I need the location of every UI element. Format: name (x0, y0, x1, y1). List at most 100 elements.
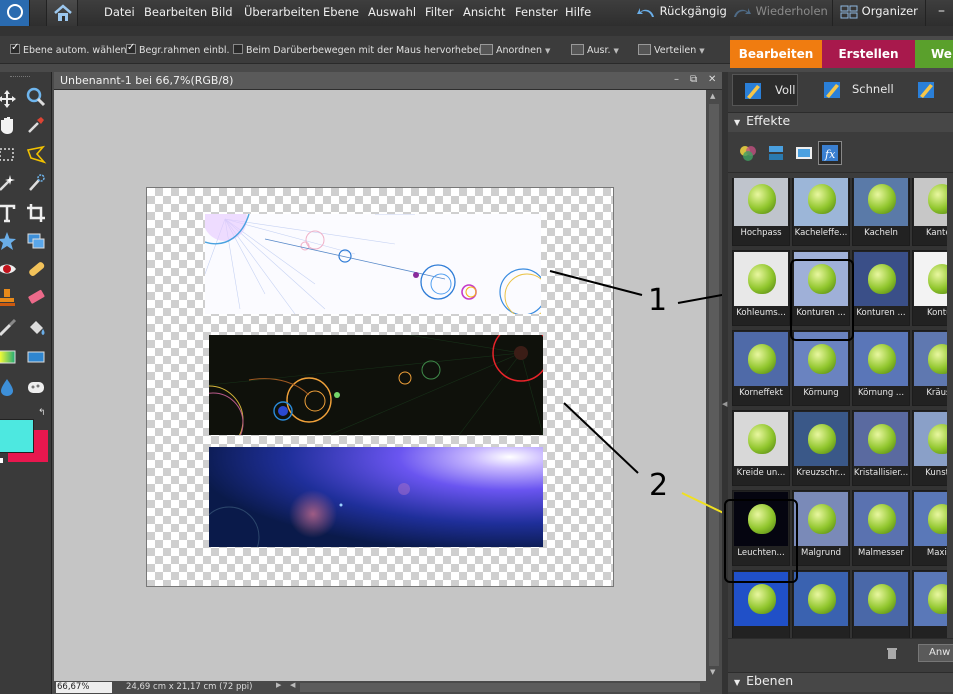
tab-bearbeiten[interactable]: Bearbeiten (730, 40, 822, 68)
effect-thumbnail[interactable]: Kohleums... (732, 250, 790, 326)
effect-thumbnail[interactable]: Kacheln (852, 178, 910, 246)
menu-hilfe[interactable]: Hilfe (565, 5, 591, 19)
close-icon[interactable]: ✕ (708, 74, 716, 85)
layers-panel-header[interactable]: ▼ Ebenen (728, 672, 953, 692)
apple-preview-icon (748, 584, 776, 614)
collapse-panel-icon[interactable]: ◀ (722, 400, 727, 408)
all-effects-button[interactable]: fx (818, 141, 842, 165)
hover-highlight-label: Beim Darüberbewegen mit der Maus hervorh… (246, 45, 485, 56)
menu-fenster[interactable]: Fenster (515, 5, 558, 19)
swap-colors-icon[interactable]: ↰ (38, 408, 46, 418)
apple-preview-icon (868, 584, 896, 614)
tab-erstellen[interactable]: Erstellen (822, 40, 915, 68)
bounding-box-checkbox[interactable]: Begr.rahmen einbl. (126, 42, 230, 56)
photo-effects-icon[interactable] (794, 143, 814, 163)
effects-panel-header[interactable]: ▼ Effekte (728, 112, 953, 132)
trash-icon[interactable] (885, 646, 899, 660)
effect-thumbnail[interactable] (912, 570, 947, 638)
effect-thumbnail[interactable]: Malgrund (792, 490, 850, 566)
paint-bucket-tool-icon[interactable] (25, 317, 47, 339)
scroll-down-icon[interactable]: ▼ (710, 668, 715, 676)
minimize-icon[interactable]: – (674, 74, 679, 85)
apple-preview-icon (748, 264, 776, 294)
effect-thumbnail[interactable]: Korneffekt (732, 330, 790, 406)
menu-filter[interactable]: Filter (425, 5, 453, 19)
menu-auswahl[interactable]: Auswahl (368, 5, 416, 19)
restore-icon[interactable]: ⧉ (690, 74, 697, 85)
effect-thumbnail[interactable]: Kontur (912, 250, 947, 326)
foreground-color-swatch[interactable] (0, 419, 34, 453)
effect-thumbnail[interactable]: Kreide un... (732, 410, 790, 486)
zoom-tool-icon[interactable] (25, 86, 47, 108)
effect-thumbnail[interactable]: Körnung (792, 330, 850, 406)
scroll-left-icon[interactable]: ◀ (290, 681, 295, 689)
zoom-field[interactable]: 66,67% (56, 682, 112, 693)
effect-thumbnail[interactable]: Maxim (912, 490, 947, 566)
move-tool-icon[interactable] (0, 88, 18, 110)
clone-stamp-tool-icon[interactable] (0, 286, 18, 308)
effect-thumbnail[interactable]: Kräuse (912, 330, 947, 406)
hand-tool-icon[interactable] (0, 114, 18, 136)
type-tool-icon[interactable] (0, 202, 18, 224)
lasso-tool-icon[interactable] (25, 144, 47, 166)
effect-thumbnail[interactable]: Konturen ... (852, 250, 910, 326)
crop-tool-icon[interactable] (25, 202, 47, 224)
eyedropper-tool-icon[interactable] (25, 114, 47, 136)
menu-bearbeiten[interactable]: Bearbeiten (144, 5, 207, 19)
mode-quick-button[interactable]: Schnell (820, 74, 900, 106)
home-button[interactable] (46, 0, 78, 26)
effect-thumbnail-label: Kunstst (925, 468, 947, 478)
effect-thumbnail[interactable] (852, 570, 910, 638)
effect-thumbnail[interactable] (792, 570, 850, 638)
quick-selection-tool-icon[interactable] (25, 172, 47, 194)
app-logo-icon[interactable] (0, 0, 30, 26)
menu-bild[interactable]: Bild (211, 5, 233, 19)
undo-button[interactable]: Rückgängig (636, 4, 727, 19)
eraser-tool-icon[interactable] (25, 286, 47, 308)
menu-ansicht[interactable]: Ansicht (463, 5, 505, 19)
pencil-quick-icon (824, 82, 840, 98)
redo-button[interactable]: Wiederholen (732, 4, 828, 19)
auto-select-checkbox[interactable]: Ebene autom. wählen (10, 42, 127, 56)
effect-thumbnail[interactable]: Malmesser (852, 490, 910, 566)
status-menu-icon[interactable]: ▶ (276, 681, 281, 689)
arrange-dropdown[interactable]: Anordnen ▼ (480, 44, 550, 56)
red-eye-tool-icon[interactable] (0, 258, 18, 280)
magic-wand-tool-icon[interactable] (0, 172, 18, 194)
effect-preview-image (854, 492, 908, 546)
highlight-box-konturen (790, 259, 854, 341)
effect-thumbnail[interactable]: Kacheleffe... (792, 178, 850, 246)
filters-icon[interactable] (738, 143, 758, 163)
scroll-up-icon[interactable]: ▲ (710, 92, 715, 100)
effect-thumbnail[interactable]: Körnung ... (852, 330, 910, 406)
effect-thumbnail[interactable]: Kunstst (912, 410, 947, 486)
apply-button[interactable]: Anw (918, 644, 953, 662)
mode-guided-button[interactable] (914, 74, 953, 106)
shape-tool-icon[interactable] (0, 230, 18, 252)
sponge-tool-icon[interactable] (25, 376, 47, 398)
minimize-icon[interactable]: – (938, 3, 945, 19)
tab-weitergeben[interactable]: Wei (915, 40, 953, 68)
effect-thumbnail[interactable]: Kanten (912, 178, 947, 246)
effect-thumbnail[interactable]: Hochpass (732, 178, 790, 246)
layer-styles-icon[interactable] (766, 143, 786, 163)
distribute-dropdown[interactable]: Verteilen ▼ (638, 44, 705, 56)
mode-full-button[interactable]: Voll (732, 74, 798, 106)
align-dropdown[interactable]: Ausr. ▼ (571, 44, 619, 56)
menu-datei[interactable]: Datei (104, 5, 135, 19)
horizontal-scrollbar[interactable] (300, 683, 700, 692)
hover-highlight-checkbox[interactable]: Beim Darüberbewegen mit der Maus hervorh… (233, 44, 485, 56)
gradient-tool-icon[interactable] (0, 346, 18, 368)
effect-thumbnail[interactable]: Kreuzschr... (792, 410, 850, 486)
brush-tool-icon[interactable] (0, 317, 18, 339)
healing-brush-tool-icon[interactable] (25, 258, 47, 280)
menu-ueberarbeiten[interactable]: Überarbeiten (244, 5, 320, 19)
blur-tool-icon[interactable] (0, 376, 18, 398)
organizer-button[interactable]: Organizer (840, 4, 918, 19)
effect-thumbnail[interactable]: Kristallisier... (852, 410, 910, 486)
marquee-tool-icon[interactable] (0, 144, 18, 166)
color-picker-tool-icon[interactable] (25, 346, 47, 368)
recompose-tool-icon[interactable] (25, 230, 47, 252)
default-colors-icon[interactable] (0, 458, 3, 463)
menu-ebene[interactable]: Ebene (323, 5, 359, 19)
